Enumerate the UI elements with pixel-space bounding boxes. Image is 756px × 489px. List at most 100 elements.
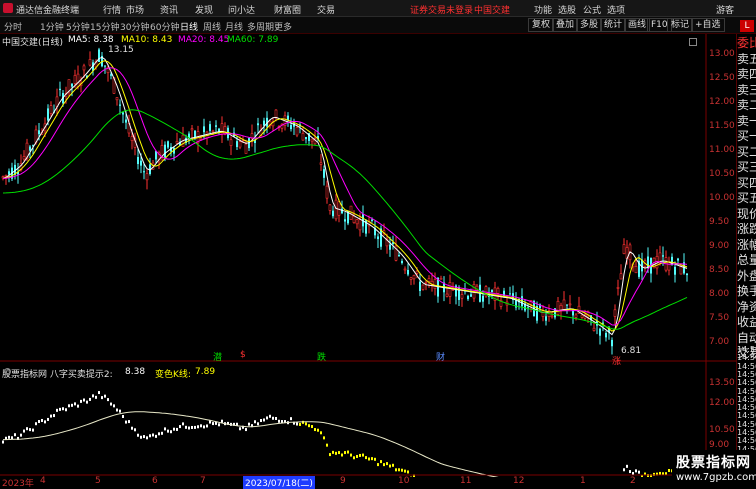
- candle-body: [116, 98, 118, 100]
- candle-body: [203, 126, 205, 132]
- candle-body: [557, 301, 559, 314]
- candle-body: [407, 270, 409, 275]
- candle-body: [602, 323, 604, 324]
- indicator-bar: [65, 408, 67, 411]
- indicator-bar: [308, 424, 310, 427]
- tab-weekly[interactable]: 周线: [203, 20, 221, 33]
- candle-body: [290, 125, 292, 129]
- candle-body: [398, 255, 400, 256]
- adjust-button[interactable]: 复权: [528, 18, 554, 32]
- candle-body: [404, 269, 406, 270]
- ma10-line: [3, 61, 687, 331]
- tab-multi-period[interactable]: 多周期: [247, 20, 274, 33]
- candle-body: [296, 128, 298, 135]
- tab-30min[interactable]: 30分钟: [120, 20, 149, 33]
- indicator-bar: [179, 425, 181, 428]
- indicator-bar: [47, 418, 49, 421]
- indicator-settings-icon[interactable]: [4, 368, 11, 375]
- menu-guest[interactable]: 游客: [716, 3, 734, 16]
- ma20-legend: MA20: 8.45: [178, 35, 229, 45]
- tab-60min[interactable]: 60分钟: [150, 20, 179, 33]
- menu-market[interactable]: 市场: [126, 3, 144, 16]
- candle-body: [326, 186, 328, 198]
- tab-15min[interactable]: 15分钟: [90, 20, 119, 33]
- candle-body: [104, 65, 106, 66]
- indicator-bar: [344, 451, 346, 454]
- quote-field-label: 总量: [737, 253, 756, 267]
- candle-body: [440, 278, 442, 279]
- menu-news[interactable]: 资讯: [160, 3, 178, 16]
- candle-body: [125, 119, 127, 122]
- indicator-bar: [104, 395, 106, 398]
- menu-formula[interactable]: 公式: [583, 3, 601, 16]
- ma60-legend: MA60: 7.89: [227, 35, 278, 45]
- sub-value-2: 7.89: [195, 367, 215, 377]
- indicator-bar: [164, 427, 166, 430]
- indicator-bar: [110, 403, 112, 406]
- candle-body: [59, 89, 61, 90]
- quote-field-label: 卖二: [737, 98, 756, 112]
- indicator-bar: [371, 457, 373, 460]
- candle-body: [425, 282, 427, 283]
- trade-login-warning[interactable]: 证券交易未登录: [410, 3, 473, 16]
- candle-body: [575, 315, 577, 317]
- ma5-legend: MA5: 8.38: [68, 35, 114, 45]
- tab-intraday[interactable]: 分时: [4, 20, 22, 33]
- l-badge[interactable]: L: [740, 20, 754, 32]
- indicator-bar: [185, 426, 187, 429]
- marker-die: 跌: [317, 350, 326, 363]
- indicator-bar: [134, 428, 136, 431]
- menu-quotes[interactable]: 行情: [103, 3, 121, 16]
- candle-body: [419, 282, 421, 291]
- indicator-bar: [389, 465, 391, 468]
- date-axis-label: 7: [200, 476, 206, 486]
- menu-trade[interactable]: 交易: [317, 3, 335, 16]
- indicator-bar: [260, 419, 262, 422]
- stats-button[interactable]: 统计: [600, 18, 626, 32]
- overlay-button[interactable]: 叠加: [552, 18, 578, 32]
- indicator-bar: [80, 400, 82, 403]
- tab-more[interactable]: 更多: [274, 20, 292, 33]
- tab-monthly[interactable]: 月线: [225, 20, 243, 33]
- menu-ask[interactable]: 问小达: [228, 3, 255, 16]
- tab-1min[interactable]: 1分钟: [40, 20, 64, 33]
- ma5-line: [3, 57, 687, 334]
- tab-daily[interactable]: 日线: [180, 20, 198, 33]
- indicator-bar: [203, 425, 205, 428]
- candle-body: [449, 282, 451, 296]
- mark-button[interactable]: 标记: [667, 18, 693, 32]
- indicator-bar: [62, 407, 64, 410]
- ma10-legend: MA10: 8.43: [121, 35, 172, 45]
- candle-body: [89, 59, 91, 65]
- indicator-bar: [191, 426, 193, 429]
- indicator-bar: [140, 436, 142, 439]
- menu-discover[interactable]: 发现: [195, 3, 213, 16]
- quote-field-label: 买一: [737, 129, 756, 143]
- indicator-bar: [209, 421, 211, 424]
- expand-icon[interactable]: [689, 38, 697, 46]
- tab-5min[interactable]: 5分钟: [66, 20, 90, 33]
- indicator-bar: [254, 420, 256, 423]
- price-axis-tick: 9.50: [709, 217, 729, 227]
- candlestick-chart[interactable]: [0, 34, 706, 360]
- menu-select[interactable]: 选股: [558, 3, 576, 16]
- quote-field-label: 净资: [737, 300, 756, 314]
- indicator-bar: [29, 428, 31, 431]
- candle-body: [509, 293, 511, 294]
- quote-field-label: 买四: [737, 176, 756, 190]
- add-favorite-button[interactable]: +自选: [691, 18, 725, 32]
- menu-wealth[interactable]: 财富圈: [274, 3, 301, 16]
- indicator-bar: [377, 463, 379, 466]
- menu-options[interactable]: 选项: [607, 3, 625, 16]
- candle-body: [329, 205, 331, 210]
- sub-axis-tick: 13.50: [709, 378, 735, 388]
- menu-function[interactable]: 功能: [534, 3, 552, 16]
- quote-field-label: 收益: [737, 315, 756, 329]
- indicator-bar: [221, 420, 223, 423]
- candle-body: [611, 340, 613, 346]
- indicator-bar: [401, 469, 403, 472]
- indicator-bar: [23, 430, 25, 433]
- date-axis-label: 6: [152, 476, 158, 486]
- multi-stock-button[interactable]: 多股: [576, 18, 602, 32]
- candle-body: [422, 285, 424, 290]
